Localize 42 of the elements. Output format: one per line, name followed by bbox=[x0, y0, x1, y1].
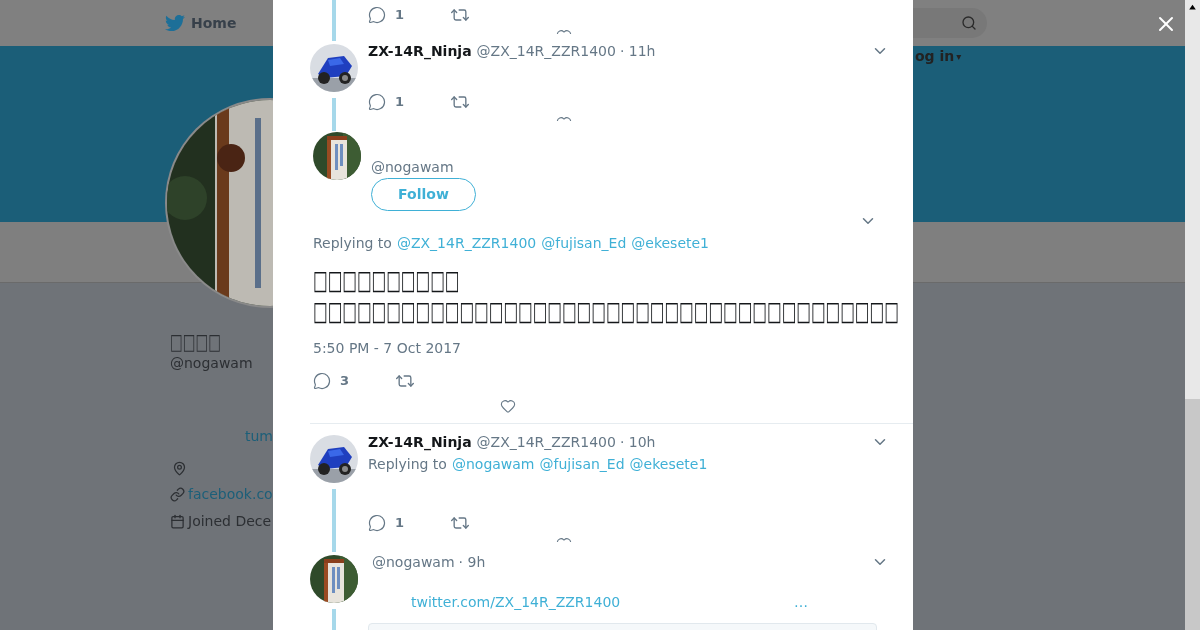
tweet-time[interactable]: · 11h bbox=[619, 40, 656, 62]
mention-link[interactable]: @ekesete1 bbox=[631, 233, 710, 254]
profile-name: □□□□ bbox=[170, 327, 222, 356]
reply-icon[interactable] bbox=[313, 372, 331, 390]
mention-link[interactable]: @nogawam bbox=[451, 454, 535, 475]
bio-link[interactable]: tum bbox=[245, 426, 273, 447]
tweet-time[interactable]: · 10h bbox=[619, 431, 656, 453]
calendar-icon bbox=[170, 514, 185, 529]
tweet-time[interactable]: · 9h bbox=[458, 551, 486, 573]
reply-count: 1 bbox=[395, 514, 406, 533]
user-handle[interactable]: @ZX_14R_ZZR1400 bbox=[476, 40, 616, 62]
reply-count: 1 bbox=[395, 6, 406, 25]
user-handle[interactable]: @nogawam bbox=[372, 551, 455, 573]
more-link[interactable]: … bbox=[794, 592, 808, 613]
reply-icon[interactable] bbox=[368, 6, 386, 24]
reply-icon[interactable] bbox=[368, 93, 386, 111]
search-icon[interactable] bbox=[961, 15, 977, 31]
tweet-link[interactable]: twitter.com/ZX_14R_ZZR1400 bbox=[411, 592, 621, 613]
joined-date: Joined Dece bbox=[188, 512, 272, 531]
replying-label: Replying to bbox=[368, 455, 447, 474]
login-menu[interactable]: og in bbox=[915, 46, 955, 67]
mention-link[interactable]: @fujisan_Ed bbox=[541, 233, 627, 254]
profile-handle[interactable]: @nogawam bbox=[170, 353, 253, 374]
tweet-timestamp[interactable]: 5:50 PM - 7 Oct 2017 bbox=[313, 338, 461, 359]
reply-count: 3 bbox=[340, 372, 351, 391]
replying-label: Replying to bbox=[313, 234, 392, 253]
mention-link[interactable]: @fujisan_Ed bbox=[539, 454, 625, 475]
mention-link[interactable]: @ekesete1 bbox=[629, 454, 708, 475]
display-name[interactable]: ZX-14R_Ninja bbox=[368, 431, 472, 453]
reply-count: 1 bbox=[395, 93, 406, 112]
display-name[interactable]: ZX-14R_Ninja bbox=[368, 40, 472, 62]
home-link[interactable]: Home bbox=[191, 12, 237, 34]
location-icon bbox=[172, 461, 187, 476]
user-handle[interactable]: @nogawam bbox=[371, 157, 454, 178]
mention-link[interactable]: @ZX_14R_ZZR1400 bbox=[396, 233, 537, 254]
website-link[interactable]: facebook.co bbox=[188, 484, 273, 505]
reply-icon[interactable] bbox=[368, 514, 386, 532]
user-handle[interactable]: @ZX_14R_ZZR1400 bbox=[476, 431, 616, 453]
scroll-thumb[interactable] bbox=[1185, 399, 1200, 630]
link-icon bbox=[170, 487, 185, 502]
caret-icon[interactable]: ▾ bbox=[956, 49, 962, 64]
tweet-text: □□□□□□□□□□ □□□□□□□□□□□□□□□□□□□□□□□□□□□□□□□□□□□□□□□□ bbox=[313, 264, 899, 328]
